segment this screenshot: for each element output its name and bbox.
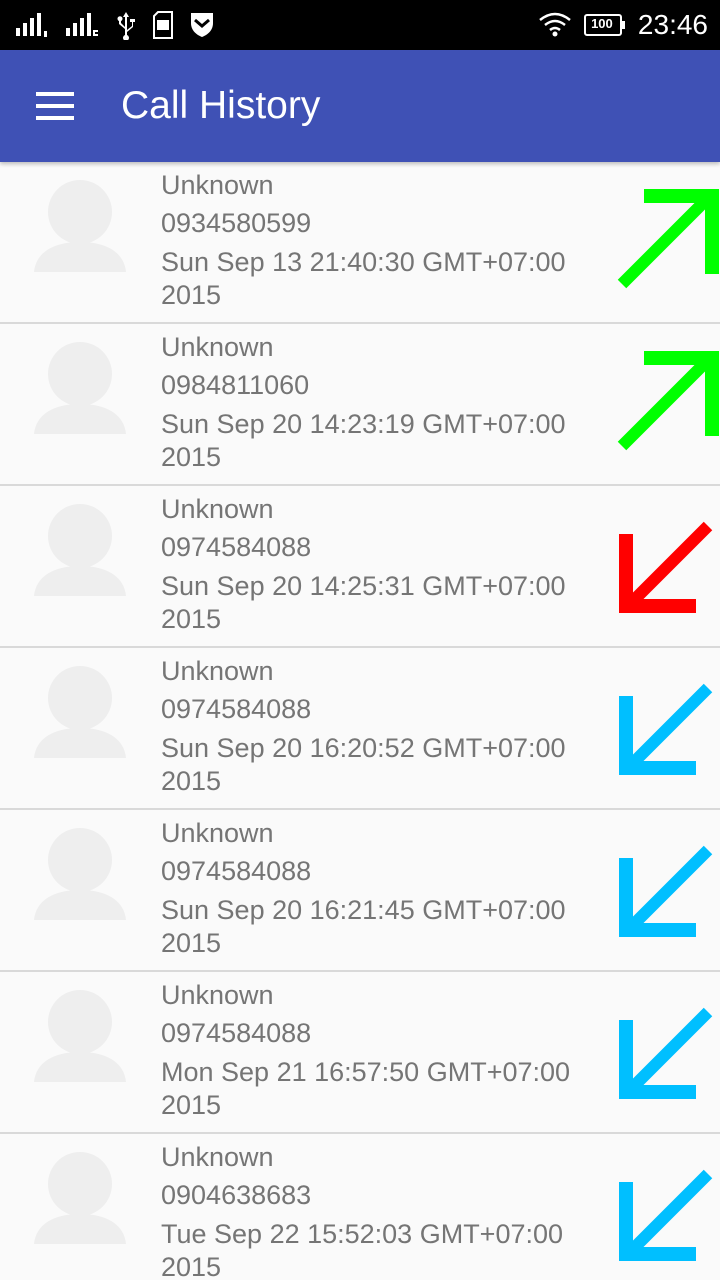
call-list-item[interactable]: Unknown 0974584088 Sun Sep 20 16:20:52 GMT…: [0, 648, 720, 810]
avatar-icon: [34, 990, 126, 1082]
call-details: Unknown 0974584088 Sun Sep 20 16:21:45 GMT…: [161, 814, 601, 960]
status-bar-left: [14, 8, 216, 42]
battery-level: 100: [591, 16, 613, 31]
call-history-list[interactable]: Unknown 0934580599 Sun Sep 13 21:40:30 GMT…: [0, 162, 720, 1280]
missed-call-arrow-icon: [610, 512, 720, 622]
menu-line: [36, 104, 74, 108]
call-date: Mon Sep 21 16:57:50 GMT+07:00 2015: [161, 1057, 571, 1120]
call-list-item[interactable]: Unknown 0974584088 Sun Sep 20 14:25:31 GMT…: [0, 486, 720, 648]
menu-line: [36, 92, 74, 96]
phone-number: 0974584088: [161, 856, 312, 886]
call-details: Unknown 0904638683 Tue Sep 22 15:52:03 GMT…: [161, 1138, 601, 1280]
avatar-icon: [34, 504, 126, 596]
call-date: Sun Sep 20 14:23:19 GMT+07:00 2015: [161, 409, 566, 472]
call-list-item[interactable]: Unknown 0974584088 Sun Sep 20 16:21:45 GMT…: [0, 810, 720, 972]
phone-number: 0974584088: [161, 532, 312, 562]
sd-card-icon: [152, 11, 174, 39]
phone-number: 0974584088: [161, 694, 312, 724]
call-details: Unknown 0974584088 Sun Sep 20 14:25:31 GMT…: [161, 490, 601, 636]
hamburger-menu-icon[interactable]: [28, 80, 84, 132]
phone-number: 0934580599: [161, 208, 312, 238]
contact-name: Unknown: [161, 494, 274, 524]
phone-number: 0974584088: [161, 1018, 312, 1048]
call-date: Sun Sep 20 16:20:52 GMT+07:00 2015: [161, 733, 566, 796]
contact-name: Unknown: [161, 332, 274, 362]
shield-icon: [188, 11, 216, 39]
signal-sim2-icon: [64, 12, 100, 38]
wifi-icon: [538, 12, 572, 38]
incoming-call-arrow-icon: [610, 674, 720, 784]
avatar-icon: [34, 342, 126, 434]
contact-name: Unknown: [161, 980, 274, 1010]
avatar-icon: [34, 1152, 126, 1244]
incoming-call-arrow-icon: [610, 1160, 720, 1270]
contact-name: Unknown: [161, 656, 274, 686]
contact-name: Unknown: [161, 170, 274, 200]
call-list-item[interactable]: Unknown 0974584088 Mon Sep 21 16:57:50 GMT…: [0, 972, 720, 1134]
status-time: 23:46: [637, 9, 708, 40]
usb-icon: [114, 10, 138, 40]
call-details: Unknown 0984811060 Sun Sep 20 14:23:19 GMT…: [161, 328, 601, 474]
incoming-call-arrow-icon: [610, 998, 720, 1108]
call-details: Unknown 0974584088 Mon Sep 21 16:57:50 GMT…: [161, 976, 601, 1122]
signal-sim1-icon: [14, 12, 50, 38]
call-list-item[interactable]: Unknown 0984811060 Sun Sep 20 14:23:19 GMT…: [0, 324, 720, 486]
call-list-item[interactable]: Unknown 0934580599 Sun Sep 13 21:40:30 GMT…: [0, 162, 720, 324]
call-date: Tue Sep 22 15:52:03 GMT+07:00 2015: [161, 1219, 564, 1280]
outgoing-call-arrow-icon: [610, 350, 720, 460]
avatar-icon: [34, 180, 126, 272]
avatar-icon: [34, 828, 126, 920]
phone-number: 0904638683: [161, 1180, 312, 1210]
avatar-icon: [34, 666, 126, 758]
outgoing-call-arrow-icon: [610, 188, 720, 298]
call-date: Sun Sep 20 16:21:45 GMT+07:00 2015: [161, 895, 566, 958]
contact-name: Unknown: [161, 818, 274, 848]
call-date: Sun Sep 13 21:40:30 GMT+07:00 2015: [161, 247, 566, 310]
call-date: Sun Sep 20 14:25:31 GMT+07:00 2015: [161, 571, 566, 634]
call-details: Unknown 0934580599 Sun Sep 13 21:40:30 GMT…: [161, 166, 601, 312]
page-title: Call History: [121, 84, 321, 127]
status-bar-right: 100 23:46: [538, 8, 708, 42]
app-bar: Call History: [0, 50, 720, 162]
call-details: Unknown 0974584088 Sun Sep 20 16:20:52 GMT…: [161, 652, 601, 798]
menu-line: [36, 116, 74, 120]
battery-icon: 100: [583, 14, 626, 36]
contact-name: Unknown: [161, 1142, 274, 1172]
status-bar: 100 23:46: [0, 0, 720, 50]
incoming-call-arrow-icon: [610, 836, 720, 946]
phone-number: 0984811060: [161, 370, 310, 400]
call-list-item[interactable]: Unknown 0904638683 Tue Sep 22 15:52:03 GMT…: [0, 1134, 720, 1280]
